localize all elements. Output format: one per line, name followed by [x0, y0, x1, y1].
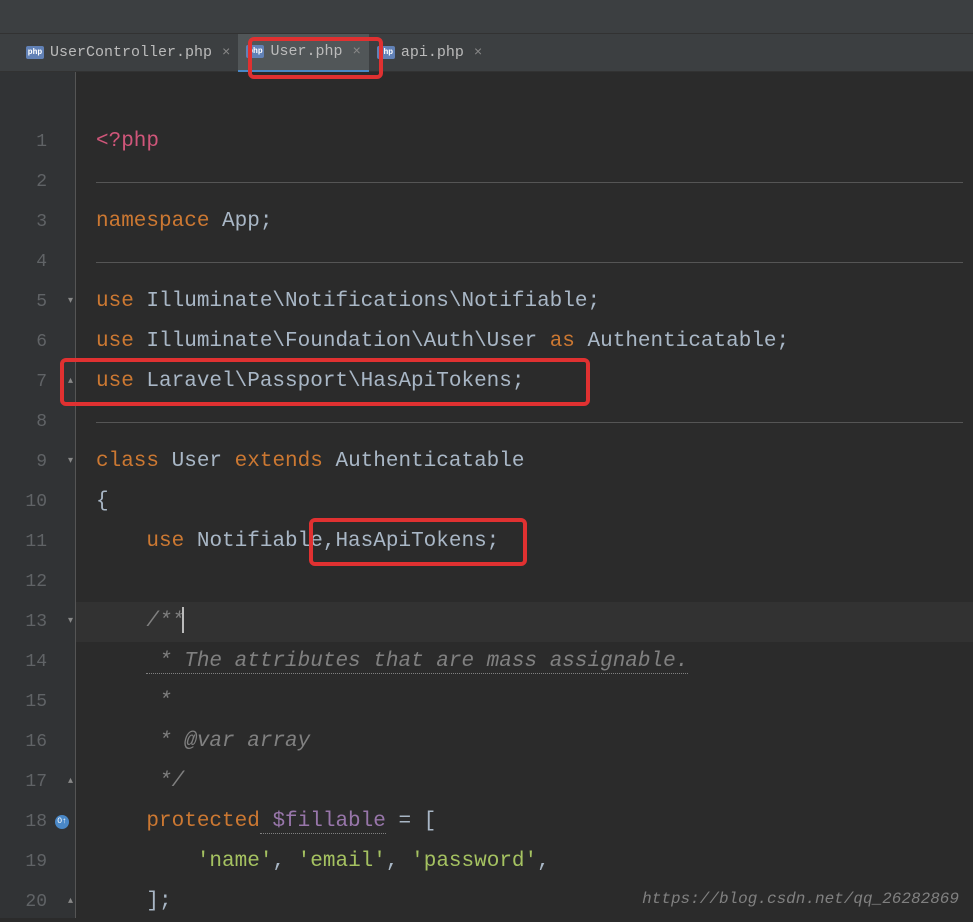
line-number: 9▾: [0, 442, 75, 482]
code-line[interactable]: [76, 402, 973, 442]
line-number: 8: [0, 402, 75, 442]
code-line-active[interactable]: /**: [76, 602, 973, 642]
line-number: 3: [0, 202, 75, 242]
code-line[interactable]: <?php: [76, 122, 973, 162]
code-line[interactable]: */: [76, 762, 973, 802]
code-line[interactable]: 'name', 'email', 'password',: [76, 842, 973, 882]
code-line[interactable]: {: [76, 482, 973, 522]
watermark: https://blog.csdn.net/qq_26282869: [642, 890, 959, 908]
override-icon[interactable]: O↑: [55, 815, 69, 829]
caret: [182, 607, 184, 633]
tab-bar: php UserController.php × php User.php × …: [0, 34, 973, 72]
line-number: 13▾: [0, 602, 75, 642]
fold-icon[interactable]: ▾: [68, 442, 73, 482]
top-bar: [0, 0, 973, 34]
line-number: 4: [0, 242, 75, 282]
tab-usercontroller[interactable]: php UserController.php ×: [18, 34, 238, 72]
fold-icon[interactable]: ▾: [68, 282, 73, 322]
code-line[interactable]: use Illuminate\Notifications\Notifiable;: [76, 282, 973, 322]
editor: 1 2 3 4 5▾ 6 7▴ 8 9▾ 10 11 12 13▾ 14 15 …: [0, 72, 973, 918]
line-number: 18O↑: [0, 802, 75, 842]
line-number: 20▴: [0, 882, 75, 922]
php-file-icon: php: [246, 45, 264, 58]
fold-icon[interactable]: ▾: [68, 602, 73, 642]
line-number: 17▴: [0, 762, 75, 802]
code-line[interactable]: class User extends Authenticatable: [76, 442, 973, 482]
code-line[interactable]: [76, 242, 973, 282]
line-number: 7▴: [0, 362, 75, 402]
separator-line: [96, 262, 963, 263]
code-line[interactable]: protected $fillable = [: [76, 802, 973, 842]
line-number: 1: [0, 122, 75, 162]
close-icon[interactable]: ×: [352, 44, 360, 60]
tab-label: api.php: [401, 44, 464, 61]
code-area[interactable]: <?php namespace App; use Illuminate\Noti…: [76, 72, 973, 918]
fold-icon[interactable]: ▴: [68, 362, 73, 402]
code-line[interactable]: * The attributes that are mass assignabl…: [76, 642, 973, 682]
tab-user[interactable]: php User.php ×: [238, 34, 368, 72]
line-number: 19: [0, 842, 75, 882]
line-number: 12: [0, 562, 75, 602]
close-icon[interactable]: ×: [474, 45, 482, 61]
php-file-icon: php: [26, 46, 44, 59]
code-line[interactable]: use Illuminate\Foundation\Auth\User as A…: [76, 322, 973, 362]
code-line[interactable]: use Laravel\Passport\HasApiTokens;: [76, 362, 973, 402]
fold-icon[interactable]: ▴: [68, 762, 73, 802]
line-number: 16: [0, 722, 75, 762]
code-line[interactable]: [76, 562, 973, 602]
code-line[interactable]: use Notifiable,HasApiTokens;: [76, 522, 973, 562]
line-number: 10: [0, 482, 75, 522]
code-line[interactable]: * @var array: [76, 722, 973, 762]
separator-line: [96, 182, 963, 183]
code-line[interactable]: [76, 162, 973, 202]
php-file-icon: php: [377, 46, 395, 59]
fold-icon[interactable]: ▴: [68, 882, 73, 922]
separator-line: [96, 422, 963, 423]
line-number: 2: [0, 162, 75, 202]
tab-api[interactable]: php api.php ×: [369, 34, 490, 72]
close-icon[interactable]: ×: [222, 45, 230, 61]
line-number: 5▾: [0, 282, 75, 322]
tab-label: UserController.php: [50, 44, 212, 61]
line-number: 14: [0, 642, 75, 682]
code-line[interactable]: namespace App;: [76, 202, 973, 242]
code-line[interactable]: *: [76, 682, 973, 722]
gutter: 1 2 3 4 5▾ 6 7▴ 8 9▾ 10 11 12 13▾ 14 15 …: [0, 72, 76, 918]
line-number: 11: [0, 522, 75, 562]
tab-label: User.php: [270, 43, 342, 60]
line-number: 15: [0, 682, 75, 722]
line-number: 6: [0, 322, 75, 362]
